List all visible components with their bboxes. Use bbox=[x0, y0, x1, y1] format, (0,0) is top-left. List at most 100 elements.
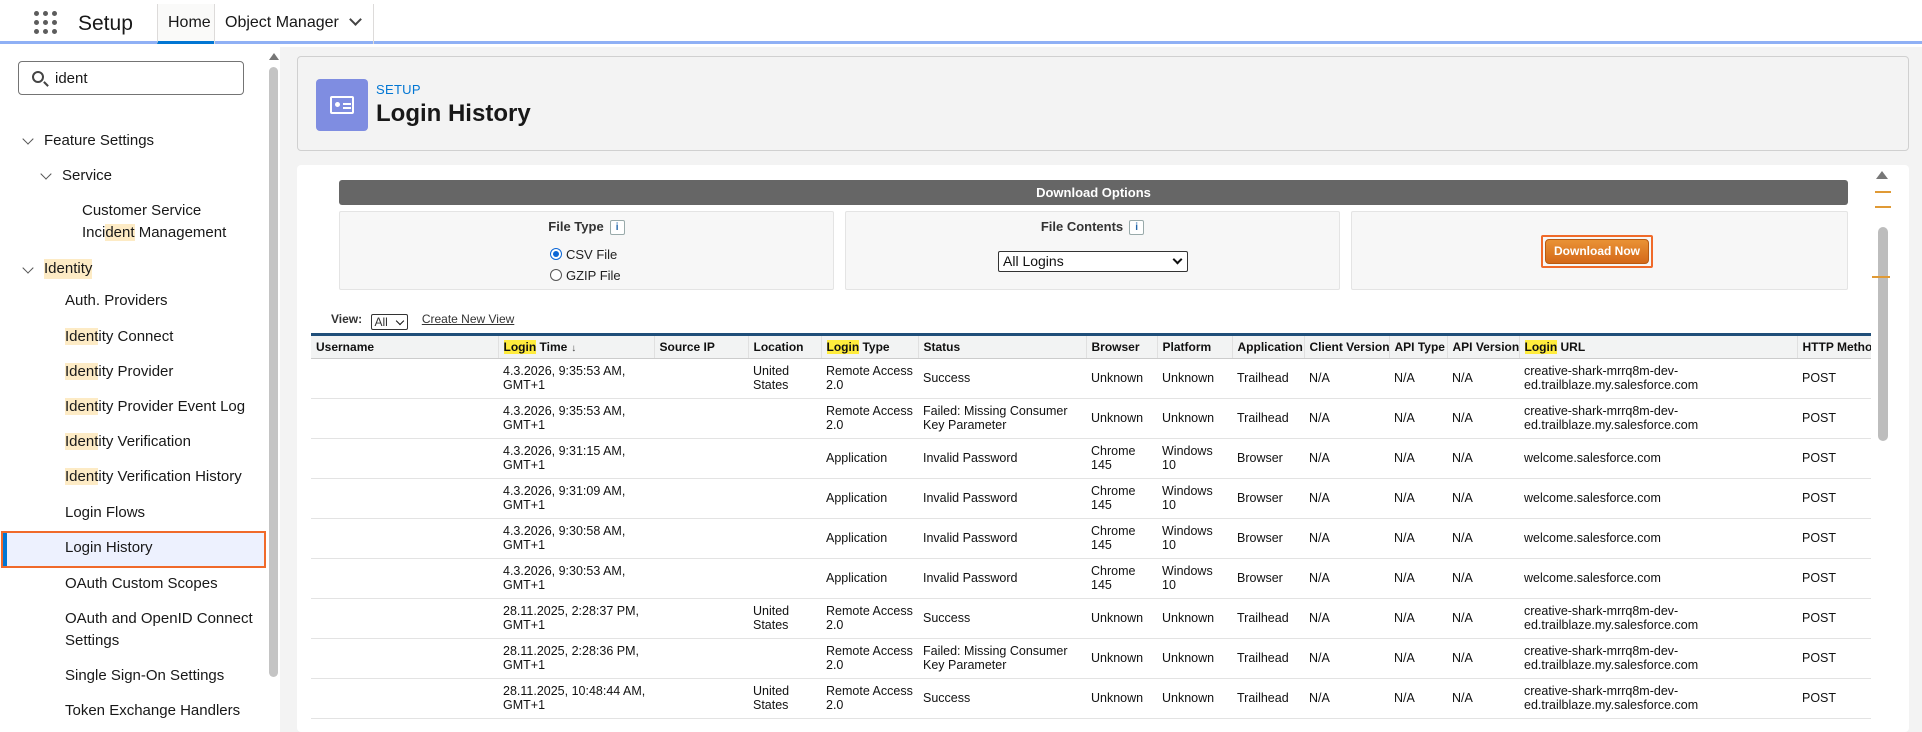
nav-label: Settings bbox=[65, 632, 120, 649]
global-header: Setup Home Object Manager bbox=[0, 0, 1922, 44]
table-cell: Windows 10 bbox=[1157, 558, 1232, 599]
table-cell bbox=[654, 678, 748, 719]
table-row: 4.3.2026, 9:30:58 AM, GMT+1 Application In… bbox=[311, 518, 1871, 559]
download-action-box: Download Now bbox=[1351, 211, 1848, 290]
column-header[interactable]: Application bbox=[1232, 336, 1305, 359]
gzip-option[interactable]: GZIP File bbox=[550, 268, 621, 283]
sidebar-scrollbar[interactable] bbox=[268, 47, 280, 732]
content-scrollbar[interactable] bbox=[1872, 165, 1891, 732]
table-cell: Windows 10 bbox=[1157, 438, 1232, 479]
table-cell: N/A bbox=[1389, 558, 1447, 599]
radio-csv[interactable] bbox=[550, 248, 562, 260]
table-cell bbox=[748, 438, 821, 479]
nav-text: Inci bbox=[82, 224, 106, 241]
column-header[interactable]: Location bbox=[748, 336, 822, 359]
column-header[interactable]: API Version bbox=[1447, 336, 1520, 359]
tree-identity[interactable]: Identity bbox=[44, 259, 93, 279]
sidebar-item-oauth-openid-connect-line2[interactable]: Settings bbox=[65, 630, 119, 652]
setup-sidebar: ident Feature Settings Service Customer … bbox=[0, 47, 268, 732]
table-row: 28.11.2025, 2:28:36 PM, GMT+1 Remote Acce… bbox=[311, 638, 1871, 679]
sidebar-item-single-sign-on-settings[interactable]: Single Sign-On Settings bbox=[65, 665, 224, 687]
table-row: 4.3.2026, 9:35:53 AM, GMT+1 Remote Access… bbox=[311, 398, 1871, 439]
chevron-down-icon[interactable] bbox=[40, 168, 52, 180]
tab-object-manager[interactable]: Object Manager bbox=[214, 4, 374, 44]
nav-customer-service-incident-management[interactable]: Incident Management bbox=[82, 223, 226, 243]
column-header-text: URL bbox=[1557, 339, 1586, 354]
column-header[interactable]: Username bbox=[311, 336, 499, 359]
nav-customer-service-line1[interactable]: Customer Service bbox=[82, 201, 201, 221]
table-cell: Success bbox=[918, 598, 1086, 639]
download-button-focus: Download Now bbox=[1541, 235, 1653, 268]
column-header[interactable]: Client Version bbox=[1304, 336, 1390, 359]
download-now-button[interactable]: Download Now bbox=[1545, 239, 1649, 264]
column-header[interactable]: Status bbox=[918, 336, 1087, 359]
table-cell: Remote Access 2.0 bbox=[821, 638, 918, 679]
table-cell bbox=[654, 558, 748, 599]
sidebar-item-login-flows[interactable]: Login Flows bbox=[65, 502, 145, 524]
search-match: Ident bbox=[65, 433, 99, 450]
table-cell: Application bbox=[821, 518, 918, 559]
table-cell: 28.11.2025, 2:28:37 PM, GMT+1 bbox=[498, 598, 654, 639]
radio-gzip[interactable] bbox=[550, 269, 562, 281]
app-launcher-icon[interactable] bbox=[34, 11, 58, 35]
column-header-text: Location bbox=[753, 339, 804, 354]
table-cell: creative-shark-mrrq8m-dev-ed.trailblaze.… bbox=[1519, 678, 1797, 719]
column-header-text: Application bbox=[1237, 339, 1303, 354]
file-contents-text: File Contents bbox=[1040, 219, 1124, 234]
chevron-down-icon[interactable] bbox=[348, 13, 362, 26]
sidebar-item-identity-provider[interactable]: Identity Provider bbox=[65, 361, 173, 383]
file-contents-select[interactable]: All Logins bbox=[998, 251, 1188, 272]
csv-option[interactable]: CSV File bbox=[550, 247, 617, 262]
column-header[interactable]: Browser bbox=[1086, 336, 1158, 359]
tree-service[interactable]: Service bbox=[62, 166, 112, 186]
tab-home[interactable]: Home bbox=[157, 4, 215, 44]
table-cell: POST bbox=[1797, 358, 1871, 399]
table-cell: welcome.salesforce.com bbox=[1519, 558, 1797, 599]
scroll-up-icon[interactable] bbox=[269, 53, 279, 60]
info-icon[interactable]: i bbox=[1129, 220, 1145, 236]
sidebar-item-identity-verification-history[interactable]: Identity Verification History bbox=[65, 466, 242, 488]
info-icon[interactable]: i bbox=[609, 220, 625, 236]
scroll-up-icon[interactable] bbox=[1876, 171, 1888, 179]
table-cell: Remote Access 2.0 bbox=[821, 358, 918, 399]
table-cell: Unknown bbox=[1086, 358, 1157, 399]
sort-descending-icon[interactable]: ↓ bbox=[571, 343, 576, 354]
table-cell bbox=[311, 398, 498, 439]
column-header[interactable]: HTTP Method bbox=[1797, 336, 1871, 359]
tree-feature-settings[interactable]: Feature Settings bbox=[44, 131, 154, 151]
sidebar-item-oauth-custom-scopes[interactable]: OAuth Custom Scopes bbox=[65, 573, 218, 595]
table-cell: POST bbox=[1797, 518, 1871, 559]
table-cell: N/A bbox=[1304, 638, 1389, 679]
quick-find-input[interactable]: ident bbox=[18, 61, 244, 95]
sidebar-item-identity-connect[interactable]: Identity Connect bbox=[65, 326, 173, 348]
file-contents-box: File Contents i All Logins bbox=[845, 211, 1340, 290]
scroll-marker bbox=[1872, 276, 1890, 278]
scrollbar-thumb[interactable] bbox=[269, 67, 278, 677]
chevron-down-icon[interactable] bbox=[22, 262, 34, 274]
column-header[interactable]: API Type bbox=[1389, 336, 1448, 359]
table-cell: Unknown bbox=[1086, 638, 1157, 679]
column-header[interactable]: Login Type bbox=[821, 336, 919, 359]
sidebar-item-auth-providers[interactable]: Auth. Providers bbox=[65, 290, 168, 312]
nav-label: OAuth Custom Scopes bbox=[65, 575, 218, 592]
sidebar-item-oauth-openid-connect[interactable]: OAuth and OpenID Connect bbox=[65, 608, 253, 630]
sidebar-item-identity-provider-event-log[interactable]: Identity Provider Event Log bbox=[65, 396, 245, 418]
sidebar-item-identity-verification[interactable]: Identity Verification bbox=[65, 431, 191, 453]
chevron-down-icon[interactable] bbox=[22, 133, 34, 145]
column-header[interactable]: Login Time ↓ bbox=[498, 336, 655, 359]
table-cell: Application bbox=[821, 478, 918, 519]
table-cell: N/A bbox=[1447, 518, 1519, 559]
column-header[interactable]: Login URL bbox=[1519, 336, 1798, 359]
table-cell: United States bbox=[748, 358, 821, 399]
table-cell bbox=[654, 358, 748, 399]
scrollbar-thumb[interactable] bbox=[1878, 227, 1888, 441]
view-select[interactable]: All bbox=[371, 314, 409, 330]
column-header-text: API Type bbox=[1394, 339, 1445, 354]
table-cell: 28.11.2025, 10:48:44 AM, GMT+1 bbox=[498, 678, 654, 719]
create-new-view-link[interactable]: Create New View bbox=[422, 312, 514, 326]
column-header[interactable]: Source IP bbox=[654, 336, 749, 359]
sidebar-item-login-history[interactable]: Login History bbox=[65, 537, 153, 559]
column-header[interactable]: Platform bbox=[1157, 336, 1233, 359]
sidebar-item-token-exchange-handlers[interactable]: Token Exchange Handlers bbox=[65, 700, 240, 722]
table-cell: N/A bbox=[1447, 558, 1519, 599]
